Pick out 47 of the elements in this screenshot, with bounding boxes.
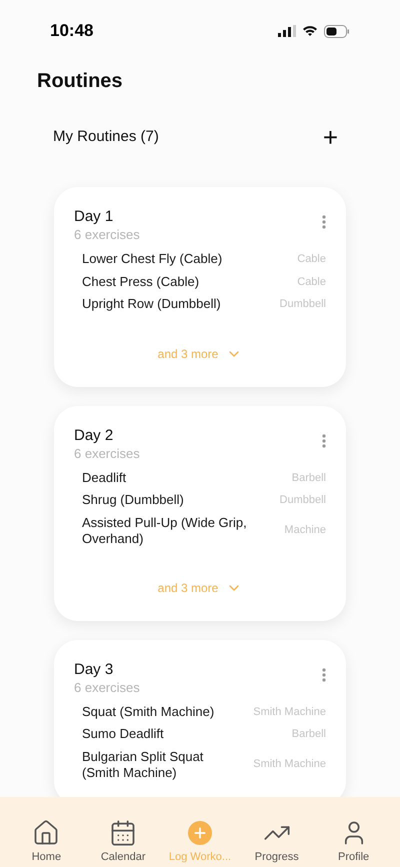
exercise-name: Assisted Pull-Up (Wide Grip, Overhand) (82, 514, 248, 546)
routine-title: Day 2 (74, 426, 114, 446)
exercise-count: 6 exercises (74, 680, 140, 696)
signal-icon (278, 25, 296, 37)
equipment-label: Smith Machine (253, 704, 326, 720)
page-title: Routines (36, 69, 124, 94)
routine-card[interactable]: Day 3 6 exercises Squat (Smith Machine) Smith Machine Sumo Deadlift Barbell Bulgarian Split Squat (Smith Machine) Smith Machine (54, 640, 346, 797)
exercise-name: Shrug (Dumbbell) (82, 492, 184, 508)
equipment-label: Cable (297, 252, 326, 267)
calendar-icon (109, 819, 138, 847)
exercise-name: Squat (Smith Machine) (82, 704, 214, 720)
exercise-count: 6 exercises (74, 446, 140, 462)
tab[interactable]: Progress (238, 819, 315, 866)
routine-card[interactable]: Day 2 6 exercises Deadlift Barbell Shrug (Dumbbell) Dumbbell Assisted Pull-Up (Wide Grip, Overhand) Machine and 3 more (54, 406, 346, 620)
equipment-label: Barbell (292, 470, 326, 486)
equipment-label: Machine (284, 523, 326, 538)
equipment-label: Dumbbell (280, 297, 326, 312)
equipment-label: Dumbbell (280, 493, 326, 508)
exercise-name: Chest Press (Cable) (82, 274, 200, 290)
home-icon (32, 819, 60, 847)
routine-card[interactable]: Day 1 6 exercises Lower Chest Fly (Cable) Cable Chest Press (Cable) Cable Upright Row (Dumbbell) Dumbbell and 3 more (54, 187, 346, 386)
more-icon (322, 434, 326, 448)
routine-title: Day 3 (74, 660, 114, 680)
section-header: My Routines (7) (53, 126, 159, 147)
wifi-icon (302, 25, 318, 37)
exercise-name: Bulgarian Split Squat (Smith Machine) (82, 748, 204, 780)
exercise-name: Deadlift (82, 470, 126, 486)
equipment-label: Cable (297, 274, 326, 290)
equipment-label: Smith Machine (253, 757, 326, 772)
battery-icon (324, 24, 350, 38)
more-options-button[interactable] (322, 668, 326, 682)
tab[interactable]: Calendar (85, 819, 162, 866)
exercise-name: Lower Chest Fly (Cable) (82, 251, 222, 268)
tab[interactable]: Home (8, 819, 84, 866)
more-options-button[interactable] (322, 434, 326, 448)
more-options-button[interactable] (322, 215, 326, 229)
routine-title: Day 1 (74, 207, 114, 227)
exercise-name: Upright Row (Dumbbell) (82, 296, 221, 312)
plus-icon (188, 821, 212, 845)
exercise-count: 6 exercises (74, 227, 140, 243)
status-time: 10:48 (50, 20, 94, 42)
add-button[interactable]: + (322, 125, 338, 149)
exercise-name: Sumo Deadlift (82, 726, 164, 742)
equipment-label: Barbell (292, 727, 326, 742)
more-icon (322, 215, 326, 229)
more-icon (322, 668, 326, 682)
tab[interactable]: Profile (316, 819, 392, 866)
